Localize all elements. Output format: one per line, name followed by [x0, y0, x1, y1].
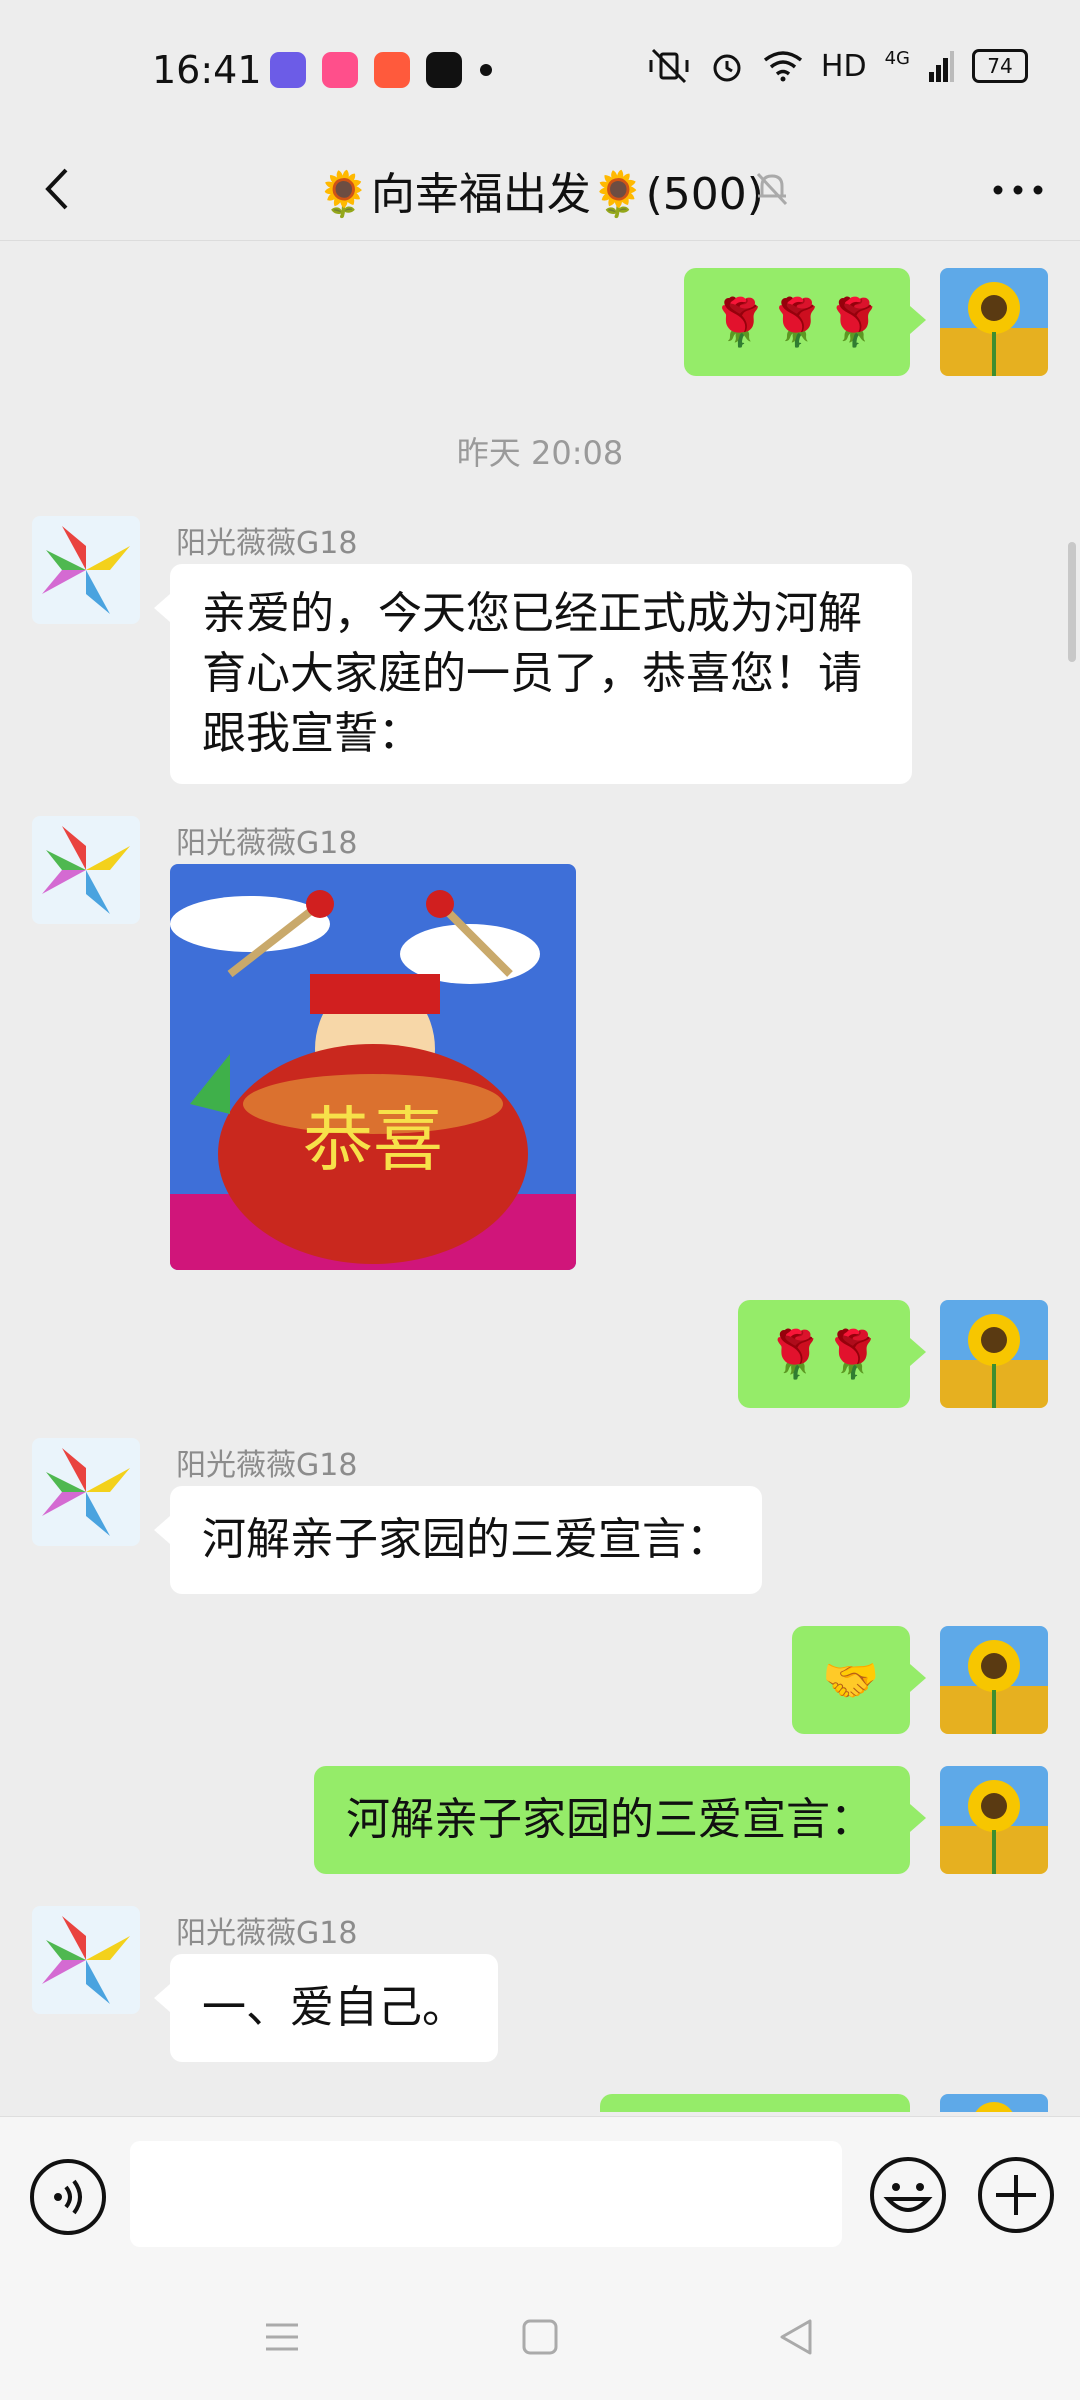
- network-type: HD: [820, 48, 867, 84]
- wifi-icon: [763, 51, 802, 82]
- sent-emoji-bubble[interactable]: 🌹🌹: [738, 1300, 926, 1408]
- time-separator: 昨天 20:08: [456, 434, 624, 472]
- congratulations-sticker[interactable]: 恭喜: [170, 864, 576, 1270]
- signal-type: 4G: [884, 48, 910, 69]
- system-navigation-bar: [0, 2275, 1080, 2400]
- mute-vibrate-icon: [649, 48, 689, 84]
- my-avatar[interactable]: [940, 1626, 1048, 1734]
- status-bar: 16:41 HD 4G 74: [0, 0, 1080, 140]
- voice-icon[interactable]: [28, 2157, 108, 2237]
- received-text-bubble[interactable]: 亲爱的，今天您已经正式成为河解育心大家庭的一员了，恭喜您！请跟我宣誓：: [154, 564, 912, 784]
- battery-indicator: 74: [972, 49, 1028, 83]
- mute-notification-icon: [756, 172, 788, 206]
- sticker-caption: 恭喜: [303, 1099, 443, 1181]
- message-input[interactable]: [130, 2141, 842, 2247]
- menu-icon[interactable]: [260, 2315, 304, 2359]
- chat-header: 🌻向幸福出发🌻(500): [0, 140, 1080, 241]
- sender-name: 阳光薇薇G18: [176, 1916, 358, 1951]
- sender-name: 阳光薇薇G18: [176, 1448, 358, 1483]
- sender-name: 阳光薇薇G18: [176, 826, 358, 861]
- sent-text-bubble-partial[interactable]: [600, 2094, 910, 2112]
- sender-avatar[interactable]: [32, 1438, 140, 1546]
- tiktok-icon: [426, 52, 462, 88]
- received-text-bubble[interactable]: 一、爱自己。: [154, 1954, 498, 2062]
- emoji-icon[interactable]: [868, 2155, 948, 2235]
- music-app-icon: [322, 52, 358, 88]
- back-nav-icon[interactable]: [774, 2315, 818, 2359]
- sent-emoji-bubble[interactable]: 🌹🌹🌹: [684, 268, 926, 376]
- my-avatar[interactable]: [940, 1766, 1048, 1874]
- more-notifications-dot: [480, 64, 492, 76]
- sender-avatar[interactable]: [32, 516, 140, 624]
- sender-avatar[interactable]: [32, 816, 140, 924]
- sent-emoji-bubble[interactable]: 🤝: [792, 1626, 926, 1734]
- sent-text-bubble[interactable]: 河解亲子家园的三爱宣言：: [314, 1766, 926, 1874]
- plus-icon[interactable]: [976, 2155, 1056, 2235]
- my-avatar[interactable]: [940, 268, 1048, 376]
- my-avatar[interactable]: [940, 2094, 1048, 2112]
- music-note-icon: [374, 52, 410, 88]
- app-notification-icon: [270, 52, 306, 88]
- sender-name: 阳光薇薇G18: [176, 526, 358, 561]
- signal-icon: [929, 51, 954, 82]
- chat-message-list[interactable]: 🌹🌹🌹 昨天 20:08 阳光薇薇G18 亲爱的，今天您已经正式成为河解育心大家…: [0, 242, 1080, 2112]
- sender-avatar[interactable]: [32, 1906, 140, 2014]
- status-time: 16:41: [152, 48, 262, 92]
- my-avatar[interactable]: [940, 1300, 1048, 1408]
- alarm-icon: [713, 54, 741, 82]
- chat-title: 🌻向幸福出发🌻(500): [316, 169, 764, 220]
- more-icon[interactable]: [990, 166, 1046, 214]
- scrollbar[interactable]: [1068, 542, 1076, 662]
- home-icon[interactable]: [518, 2315, 562, 2359]
- received-text-bubble[interactable]: 河解亲子家园的三爱宣言：: [154, 1486, 762, 1594]
- message-input-bar: [0, 2116, 1080, 2275]
